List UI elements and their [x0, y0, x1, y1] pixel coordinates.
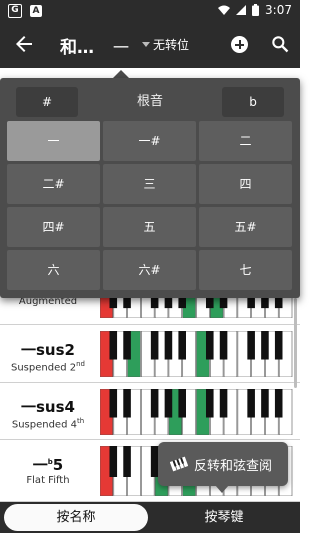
- black-key: [109, 446, 118, 477]
- black-key: [261, 389, 269, 418]
- degree-option-3[interactable]: 三: [103, 164, 196, 204]
- inversion-selector[interactable]: 无转位: [142, 36, 189, 53]
- chord-full-name: Suspended 2nd: [10, 360, 85, 374]
- page-title: 和…: [60, 38, 94, 58]
- piano-keys-icon: [170, 456, 188, 472]
- notification-g-icon: G: [8, 4, 22, 18]
- app-toolbar: 和… 一 无转位: [0, 22, 300, 68]
- black-key: [178, 331, 186, 360]
- black-key: [164, 389, 173, 418]
- clock: 3:07: [265, 3, 292, 17]
- black-key: [123, 331, 131, 360]
- black-key: [178, 389, 186, 418]
- degree-option-2[interactable]: 二: [199, 121, 292, 161]
- degree-option-1-sharp[interactable]: 一#: [103, 121, 196, 161]
- bottom-tab-bar: 按名称 按琴键: [0, 502, 300, 533]
- keyboard-diagram: [100, 389, 293, 435]
- root-note-panel: # 根音 b 一 一# 二 二# 三 四 四# 五 五# 六 六# 七: [0, 78, 300, 298]
- degree-option-7[interactable]: 七: [199, 250, 292, 290]
- search-icon[interactable]: [270, 34, 290, 54]
- chord-symbol: 一sus2: [21, 341, 75, 359]
- degree-option-6-sharp[interactable]: 六#: [103, 250, 196, 290]
- chord-name-cell: 一b5 Flat Fifth: [0, 454, 96, 486]
- scroll-indicator[interactable]: [294, 298, 297, 388]
- black-key: [247, 389, 255, 418]
- signal-icon: [236, 5, 247, 15]
- tab-by-name[interactable]: 按名称: [4, 504, 148, 531]
- black-key: [164, 331, 173, 360]
- degree-option-2-sharp[interactable]: 二#: [7, 164, 100, 204]
- black-key: [109, 389, 118, 418]
- chord-symbol: 一b5: [32, 456, 64, 474]
- battery-icon: [252, 4, 260, 16]
- add-circle-icon[interactable]: [231, 36, 248, 53]
- chord-full-name: Suspended 4th: [11, 417, 85, 431]
- tooltip-tail: [215, 485, 229, 493]
- chord-name-cell: 一sus2 Suspended 2nd: [0, 339, 96, 373]
- degree-option-6[interactable]: 六: [7, 250, 100, 290]
- black-key: [274, 331, 283, 360]
- black-key: [150, 331, 159, 360]
- degree-option-4-sharp[interactable]: 四#: [7, 207, 100, 247]
- degree-option-5[interactable]: 五: [103, 207, 196, 247]
- flat-button[interactable]: b: [222, 87, 284, 117]
- chord-full-name: Flat Fifth: [26, 475, 70, 486]
- keyboard-diagram: [100, 331, 293, 377]
- black-key: [219, 331, 228, 360]
- degree-option-5-sharp[interactable]: 五#: [199, 207, 292, 247]
- black-key: [123, 389, 131, 418]
- inversion-lookup-label: 反转和弦查阅: [194, 458, 273, 474]
- black-key: [205, 389, 214, 418]
- back-arrow-icon[interactable]: [12, 32, 36, 56]
- black-key: [247, 331, 255, 360]
- root-label: 根音: [136, 94, 163, 109]
- black-key: [109, 331, 118, 360]
- status-bar: G A 3:07: [0, 0, 300, 22]
- black-key: [219, 389, 228, 418]
- degree-option-4[interactable]: 四: [199, 164, 292, 204]
- inversion-lookup-button[interactable]: 反转和弦查阅: [158, 442, 288, 486]
- chord-row[interactable]: 一sus2 Suspended 2nd: [0, 325, 300, 383]
- notification-a-icon: A: [30, 5, 42, 17]
- chevron-down-icon: [142, 42, 150, 47]
- degree-option-1[interactable]: 一: [7, 121, 100, 161]
- black-key: [150, 389, 159, 418]
- black-key: [123, 446, 131, 477]
- black-key: [261, 331, 269, 360]
- dropdown-pointer: [113, 70, 129, 78]
- root-selector[interactable]: 一: [113, 34, 129, 58]
- tab-by-keys[interactable]: 按琴键: [152, 504, 296, 531]
- inversion-label: 无转位: [153, 38, 190, 52]
- chord-name-cell: 一sus4 Suspended 4th: [0, 396, 96, 430]
- black-key: [205, 331, 214, 360]
- sharp-button[interactable]: #: [16, 87, 78, 117]
- chord-row[interactable]: 一sus4 Suspended 4th: [0, 383, 300, 440]
- wifi-icon: [218, 5, 231, 15]
- black-key: [274, 389, 283, 418]
- chord-symbol: 一sus4: [21, 398, 75, 416]
